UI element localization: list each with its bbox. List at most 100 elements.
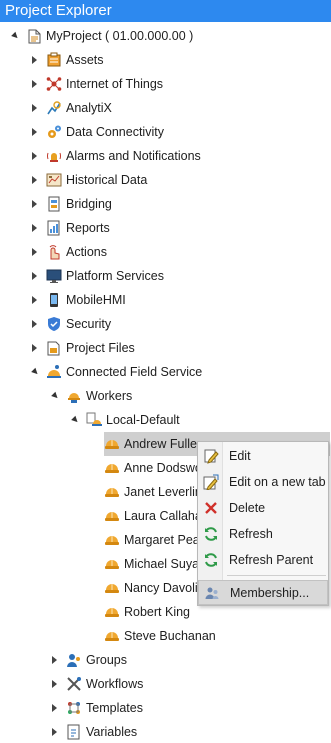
tree-item-label: Janet Leverlin [124, 485, 202, 499]
reports-icon [46, 220, 62, 236]
tree-item-person[interactable]: Robert King [104, 600, 190, 624]
tree-item-label: Data Connectivity [66, 125, 164, 139]
expand-toggle[interactable] [28, 240, 40, 264]
hardhat-icon [104, 604, 120, 620]
tree-item-label: Project Files [66, 341, 135, 355]
expand-toggle[interactable] [28, 216, 40, 240]
groups-icon [66, 652, 82, 668]
tree-item-person[interactable]: Michael Suya [104, 552, 199, 576]
tree-item-label: Assets [66, 53, 104, 67]
tree-item-assets[interactable]: Assets [28, 48, 104, 72]
tree-item-person[interactable]: Janet Leverlin [104, 480, 202, 504]
refresh-icon [198, 521, 223, 546]
expand-toggle[interactable] [28, 312, 40, 336]
expand-toggle[interactable] [28, 72, 40, 96]
menu-item-refresh[interactable]: Refresh [198, 521, 328, 546]
iot-icon [46, 76, 62, 92]
bridging-icon [46, 196, 62, 212]
tree-item-person[interactable]: Margaret Pea [104, 528, 200, 552]
tree-item-label: Andrew Fulle [124, 437, 197, 451]
hardhat-icon [104, 460, 120, 476]
tree-item-label: Internet of Things [66, 77, 164, 91]
tree-item-label: Laura Callaha [124, 509, 202, 523]
tree-item-platform-services[interactable]: Platform Services [28, 264, 164, 288]
tree-item-label: Actions [66, 245, 107, 259]
tree-item-person[interactable]: Nancy Davoli [104, 576, 198, 600]
expand-toggle[interactable] [28, 288, 40, 312]
expand-toggle[interactable] [28, 192, 40, 216]
tree-item-label: Robert King [124, 605, 191, 619]
expand-toggle[interactable] [48, 720, 60, 743]
tree-item-reports[interactable]: Reports [28, 216, 110, 240]
tree-item-person[interactable]: Laura Callaha [104, 504, 202, 528]
expand-toggle[interactable] [28, 168, 40, 192]
menu-item-edit[interactable]: Edit [198, 443, 328, 468]
menu-item-edit-new-tab[interactable]: Edit on a new tab [198, 469, 328, 494]
expand-toggle[interactable] [28, 96, 40, 120]
expand-toggle[interactable] [28, 336, 40, 360]
hardhat-icon [104, 484, 120, 500]
workflows-icon [66, 676, 82, 692]
tree-item-alarms[interactable]: Alarms and Notifications [28, 144, 201, 168]
tree-item-actions[interactable]: Actions [28, 240, 107, 264]
expand-toggle[interactable] [48, 672, 60, 696]
tree-item-historical-data[interactable]: Historical Data [28, 168, 147, 192]
expand-toggle[interactable] [28, 144, 40, 168]
tree-item-workers[interactable]: Workers [48, 384, 132, 408]
tree-item-security[interactable]: Security [28, 312, 111, 336]
context-menu: Edit Edit on a new tab Delete Refresh Re… [197, 441, 329, 606]
tree-item-label: Alarms and Notifications [66, 149, 201, 163]
actions-icon [46, 244, 62, 260]
collapse-toggle[interactable] [48, 384, 60, 408]
expand-toggle[interactable] [28, 264, 40, 288]
menu-separator [227, 575, 326, 576]
expand-toggle[interactable] [48, 648, 60, 672]
collapse-toggle[interactable] [8, 24, 20, 48]
tree-item-label: Platform Services [66, 269, 164, 283]
hardhat-icon [104, 508, 120, 524]
menu-item-delete[interactable]: Delete [198, 495, 328, 520]
expand-toggle[interactable] [48, 696, 60, 720]
tree-item-label: Templates [86, 701, 143, 715]
tree-item-workflows[interactable]: Workflows [48, 672, 143, 696]
tree-item-label: Michael Suya [124, 557, 200, 571]
tree-root-label: MyProject ( 01.00.000.00 ) [46, 29, 194, 43]
shield-icon [46, 316, 62, 332]
tree-item-connected-field-service[interactable]: Connected Field Service [28, 360, 202, 384]
tree-item-variables[interactable]: Variables [48, 720, 137, 743]
field-service-icon [46, 364, 62, 380]
tree-item-label: Local-Default [106, 413, 180, 427]
tree-item-analytix[interactable]: AnalytiX [28, 96, 112, 120]
monitor-icon [46, 268, 62, 284]
tree-item-groups[interactable]: Groups [48, 648, 127, 672]
tree-item-label: AnalytiX [66, 101, 112, 115]
menu-item-label: Membership... [230, 585, 310, 600]
tree-item-iot[interactable]: Internet of Things [28, 72, 163, 96]
tree-item-project-files[interactable]: Project Files [28, 336, 135, 360]
tree-item-label: Variables [86, 725, 138, 739]
hardhat-icon [104, 580, 120, 596]
menu-item-refresh-parent[interactable]: Refresh Parent [198, 547, 328, 572]
tree-item-data-connectivity[interactable]: Data Connectivity [28, 120, 164, 144]
menu-item-membership[interactable]: Membership... [198, 580, 328, 605]
expand-toggle[interactable] [28, 48, 40, 72]
delete-icon [198, 495, 223, 520]
assets-icon [46, 52, 62, 68]
tree-item-person[interactable]: Anne Dodswo [104, 456, 202, 480]
expand-toggle[interactable] [28, 120, 40, 144]
tree-item-templates[interactable]: Templates [48, 696, 143, 720]
tree-item-label: Groups [86, 653, 127, 667]
tree-item-label: Anne Dodswo [124, 461, 202, 475]
tree-item-label: Margaret Pea [124, 533, 200, 547]
tree-root[interactable]: MyProject ( 01.00.000.00 ) [8, 24, 193, 48]
hardhat-icon [104, 556, 120, 572]
tree-item-person[interactable]: Steve Buchanan [104, 624, 216, 648]
collapse-toggle[interactable] [28, 360, 40, 384]
tree-item-label: Reports [66, 221, 110, 235]
tree-item-bridging[interactable]: Bridging [28, 192, 112, 216]
tree-item-label: Steve Buchanan [124, 629, 216, 643]
tree-item-mobilehmi[interactable]: MobileHMI [28, 288, 126, 312]
collapse-toggle[interactable] [68, 408, 80, 432]
templates-icon [66, 700, 82, 716]
tree-item-local-default[interactable]: Local-Default [68, 408, 180, 432]
